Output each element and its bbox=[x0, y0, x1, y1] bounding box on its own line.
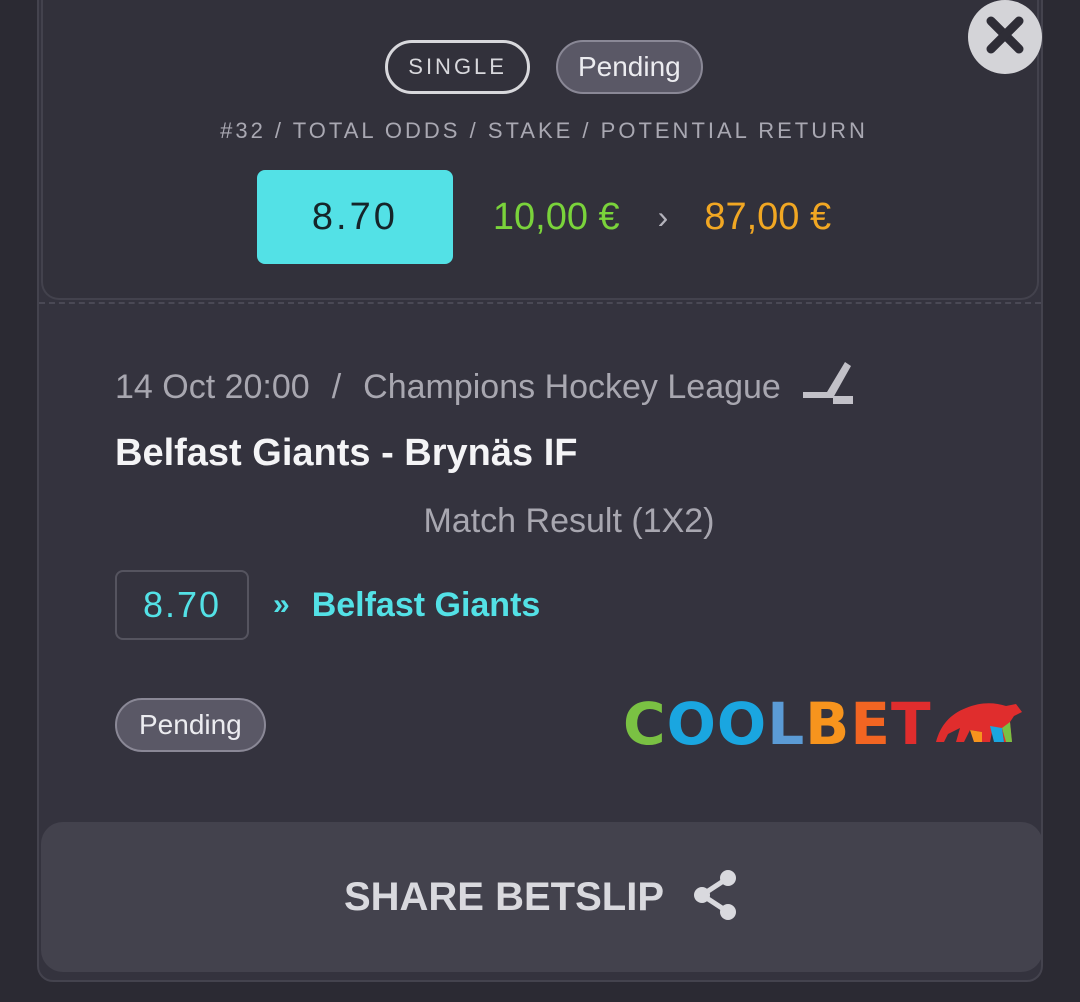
summary-values: 8.70 10,00 € › 87,00 € bbox=[43, 170, 1041, 264]
competition-name: Champions Hockey League bbox=[363, 368, 781, 406]
selection-odds: 8.70 bbox=[115, 570, 249, 640]
close-button[interactable] bbox=[968, 0, 1042, 74]
bet-type-badge: SINGLE bbox=[385, 40, 530, 94]
logo-letter: L bbox=[767, 690, 806, 758]
status-badge: Pending bbox=[555, 40, 703, 94]
ice-hockey-stick-icon bbox=[801, 358, 855, 417]
logo-letter: E bbox=[850, 690, 892, 758]
total-odds: 8.70 bbox=[256, 170, 453, 264]
logo-letter: B bbox=[805, 690, 851, 758]
event-meta: 14 Oct 20:00 / Champions Hockey League bbox=[115, 358, 855, 417]
badge-row: SINGLE Pending bbox=[43, 40, 1041, 94]
logo-letter: O bbox=[716, 690, 768, 758]
coolbet-logo: COOLBET bbox=[623, 692, 1024, 753]
logo-wordmark: COOLBET bbox=[623, 695, 932, 753]
dashed-divider bbox=[39, 302, 1041, 304]
summary-caption: #32 / TOTAL ODDS / STAKE / POTENTIAL RET… bbox=[220, 118, 868, 143]
double-chevron-icon: » bbox=[273, 588, 290, 621]
bet-summary: SINGLE Pending #32 / TOTAL ODDS / STAKE … bbox=[41, 0, 1039, 300]
selection-row: 8.70 » Belfast Giants bbox=[115, 570, 540, 640]
share-betslip-button[interactable]: SHARE BETSLIP bbox=[41, 822, 1041, 972]
selection-status-badge: Pending bbox=[115, 698, 266, 752]
polar-bear-icon bbox=[932, 692, 1024, 753]
selection-name: Belfast Giants bbox=[311, 585, 541, 624]
arrow-separator: › bbox=[657, 198, 669, 235]
potential-return: 87,00 € bbox=[704, 195, 832, 238]
logo-letter: O bbox=[666, 690, 717, 758]
share-icon bbox=[690, 868, 740, 927]
event-datetime: 14 Oct 20:00 bbox=[115, 368, 310, 406]
match-title: Belfast Giants - Brynäs IF bbox=[115, 432, 578, 474]
market-name: Match Result (1X2) bbox=[423, 502, 715, 540]
meta-separator: / bbox=[331, 368, 342, 406]
close-icon bbox=[983, 13, 1027, 62]
logo-letter: T bbox=[891, 690, 932, 758]
stake-amount: 10,00 € bbox=[492, 195, 620, 238]
share-betslip-label: SHARE BETSLIP bbox=[343, 874, 665, 919]
logo-letter: C bbox=[623, 690, 667, 758]
betslip-card: SINGLE Pending #32 / TOTAL ODDS / STAKE … bbox=[37, 0, 1043, 982]
